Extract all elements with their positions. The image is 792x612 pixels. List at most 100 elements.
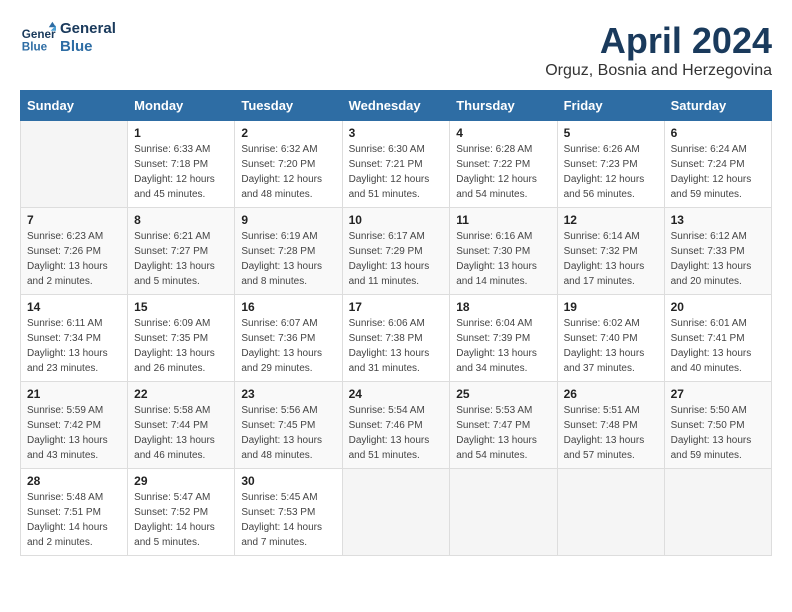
month-title: April 2024 [545,20,772,62]
day-info: Sunrise: 6:01 AM Sunset: 7:41 PM Dayligh… [671,316,765,376]
day-number: 19 [564,300,658,314]
day-number: 27 [671,387,765,401]
day-number: 28 [27,474,121,488]
day-number: 24 [349,387,444,401]
day-info: Sunrise: 6:21 AM Sunset: 7:27 PM Dayligh… [134,229,228,289]
calendar-cell: 3 Sunrise: 6:30 AM Sunset: 7:21 PM Daylig… [342,121,450,208]
calendar-cell: 19 Sunrise: 6:02 AM Sunset: 7:40 PM Dayli… [557,295,664,382]
day-info: Sunrise: 6:23 AM Sunset: 7:26 PM Dayligh… [27,229,121,289]
logo-icon: General Blue [20,20,56,56]
calendar-cell: 24 Sunrise: 5:54 AM Sunset: 7:46 PM Dayli… [342,382,450,469]
calendar-cell [21,121,128,208]
day-info: Sunrise: 6:07 AM Sunset: 7:36 PM Dayligh… [241,316,335,376]
day-number: 14 [27,300,121,314]
day-number: 20 [671,300,765,314]
day-number: 18 [456,300,550,314]
day-number: 7 [27,213,121,227]
day-info: Sunrise: 6:09 AM Sunset: 7:35 PM Dayligh… [134,316,228,376]
weekday-header: Friday [557,91,664,121]
calendar-cell: 4 Sunrise: 6:28 AM Sunset: 7:22 PM Daylig… [450,121,557,208]
calendar-cell [450,469,557,556]
calendar-cell: 18 Sunrise: 6:04 AM Sunset: 7:39 PM Dayli… [450,295,557,382]
day-info: Sunrise: 6:24 AM Sunset: 7:24 PM Dayligh… [671,142,765,202]
calendar-cell: 23 Sunrise: 5:56 AM Sunset: 7:45 PM Dayli… [235,382,342,469]
day-info: Sunrise: 6:02 AM Sunset: 7:40 PM Dayligh… [564,316,658,376]
calendar-cell: 16 Sunrise: 6:07 AM Sunset: 7:36 PM Dayli… [235,295,342,382]
weekday-header: Thursday [450,91,557,121]
day-number: 9 [241,213,335,227]
calendar-cell: 8 Sunrise: 6:21 AM Sunset: 7:27 PM Daylig… [128,208,235,295]
calendar-week-row: 14 Sunrise: 6:11 AM Sunset: 7:34 PM Dayli… [21,295,772,382]
calendar-cell: 10Sunrise: 6:17 AM Sunset: 7:29 PM Dayli… [342,208,450,295]
day-number: 4 [456,126,550,140]
day-info: Sunrise: 6:32 AM Sunset: 7:20 PM Dayligh… [241,142,335,202]
day-info: Sunrise: 5:50 AM Sunset: 7:50 PM Dayligh… [671,403,765,463]
weekday-header: Saturday [664,91,771,121]
day-info: Sunrise: 6:11 AM Sunset: 7:34 PM Dayligh… [27,316,121,376]
day-number: 1 [134,126,228,140]
calendar-cell [664,469,771,556]
weekday-header: Monday [128,91,235,121]
day-info: Sunrise: 6:12 AM Sunset: 7:33 PM Dayligh… [671,229,765,289]
day-number: 6 [671,126,765,140]
calendar-cell: 27 Sunrise: 5:50 AM Sunset: 7:50 PM Dayli… [664,382,771,469]
calendar-cell: 30Sunrise: 5:45 AM Sunset: 7:53 PM Dayli… [235,469,342,556]
calendar-cell: 1 Sunrise: 6:33 AM Sunset: 7:18 PM Daylig… [128,121,235,208]
calendar-cell: 13Sunrise: 6:12 AM Sunset: 7:33 PM Dayli… [664,208,771,295]
day-info: Sunrise: 5:59 AM Sunset: 7:42 PM Dayligh… [27,403,121,463]
calendar-week-row: 1 Sunrise: 6:33 AM Sunset: 7:18 PM Daylig… [21,121,772,208]
day-info: Sunrise: 6:28 AM Sunset: 7:22 PM Dayligh… [456,142,550,202]
title-block: April 2024 Orguz, Bosnia and Herzegovina [545,20,772,80]
day-number: 26 [564,387,658,401]
day-info: Sunrise: 6:14 AM Sunset: 7:32 PM Dayligh… [564,229,658,289]
day-number: 8 [134,213,228,227]
day-info: Sunrise: 5:54 AM Sunset: 7:46 PM Dayligh… [349,403,444,463]
calendar-cell: 26 Sunrise: 5:51 AM Sunset: 7:48 PM Dayli… [557,382,664,469]
calendar-cell: 20 Sunrise: 6:01 AM Sunset: 7:41 PM Dayli… [664,295,771,382]
day-number: 22 [134,387,228,401]
logo-blue: Blue [60,38,116,56]
calendar-cell: 5Sunrise: 6:26 AM Sunset: 7:23 PM Daylig… [557,121,664,208]
calendar-table: SundayMondayTuesdayWednesdayThursdayFrid… [20,90,772,556]
day-info: Sunrise: 6:04 AM Sunset: 7:39 PM Dayligh… [456,316,550,376]
svg-text:Blue: Blue [22,41,48,54]
calendar-cell: 21Sunrise: 5:59 AM Sunset: 7:42 PM Dayli… [21,382,128,469]
day-info: Sunrise: 5:56 AM Sunset: 7:45 PM Dayligh… [241,403,335,463]
day-number: 3 [349,126,444,140]
weekday-header: Tuesday [235,91,342,121]
day-number: 16 [241,300,335,314]
calendar-header-row: SundayMondayTuesdayWednesdayThursdayFrid… [21,91,772,121]
calendar-cell: 28 Sunrise: 5:48 AM Sunset: 7:51 PM Dayli… [21,469,128,556]
day-info: Sunrise: 6:26 AM Sunset: 7:23 PM Dayligh… [564,142,658,202]
logo: General Blue General Blue [20,20,116,56]
day-number: 15 [134,300,228,314]
svg-text:General: General [22,28,56,41]
day-info: Sunrise: 5:47 AM Sunset: 7:52 PM Dayligh… [134,490,228,550]
calendar-cell: 14 Sunrise: 6:11 AM Sunset: 7:34 PM Dayli… [21,295,128,382]
day-number: 23 [241,387,335,401]
day-info: Sunrise: 5:51 AM Sunset: 7:48 PM Dayligh… [564,403,658,463]
day-info: Sunrise: 6:06 AM Sunset: 7:38 PM Dayligh… [349,316,444,376]
page-header: General Blue General Blue April 2024 Org… [20,20,772,80]
day-info: Sunrise: 6:19 AM Sunset: 7:28 PM Dayligh… [241,229,335,289]
calendar-cell: 6 Sunrise: 6:24 AM Sunset: 7:24 PM Daylig… [664,121,771,208]
day-number: 25 [456,387,550,401]
day-number: 29 [134,474,228,488]
calendar-cell: 15 Sunrise: 6:09 AM Sunset: 7:35 PM Dayli… [128,295,235,382]
day-number: 30 [241,474,335,488]
day-info: Sunrise: 5:48 AM Sunset: 7:51 PM Dayligh… [27,490,121,550]
calendar-cell: 29 Sunrise: 5:47 AM Sunset: 7:52 PM Dayli… [128,469,235,556]
day-number: 11 [456,213,550,227]
weekday-header: Sunday [21,91,128,121]
day-number: 17 [349,300,444,314]
calendar-cell: 9 Sunrise: 6:19 AM Sunset: 7:28 PM Daylig… [235,208,342,295]
day-number: 2 [241,126,335,140]
day-info: Sunrise: 6:30 AM Sunset: 7:21 PM Dayligh… [349,142,444,202]
day-number: 12 [564,213,658,227]
day-info: Sunrise: 6:33 AM Sunset: 7:18 PM Dayligh… [134,142,228,202]
calendar-cell: 2 Sunrise: 6:32 AM Sunset: 7:20 PM Daylig… [235,121,342,208]
calendar-cell [557,469,664,556]
calendar-cell: 7 Sunrise: 6:23 AM Sunset: 7:26 PM Daylig… [21,208,128,295]
calendar-cell: 11Sunrise: 6:16 AM Sunset: 7:30 PM Dayli… [450,208,557,295]
day-info: Sunrise: 6:17 AM Sunset: 7:29 PM Dayligh… [349,229,444,289]
